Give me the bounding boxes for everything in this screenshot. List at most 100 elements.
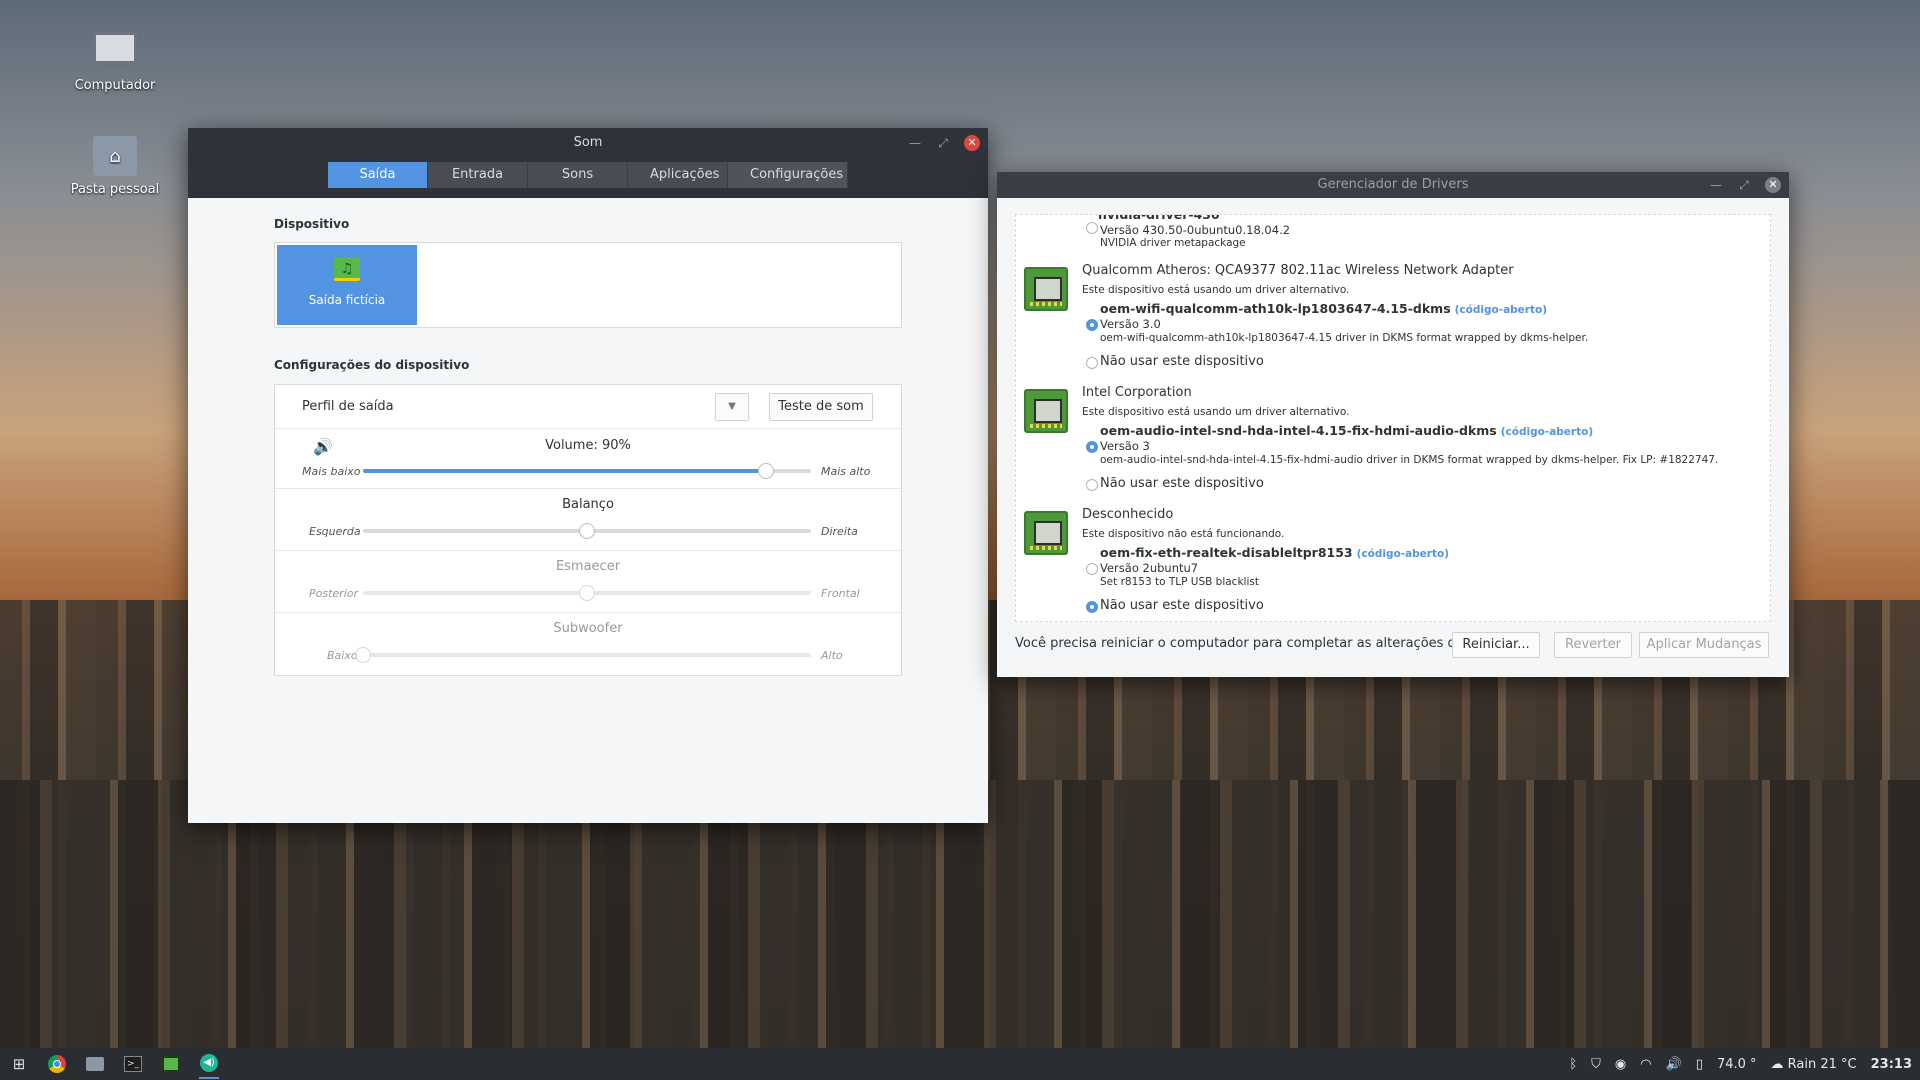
- balance-left-label: Esquerda: [309, 525, 361, 538]
- dont-use-radio[interactable]: [1086, 357, 1098, 369]
- test-sound-button[interactable]: Teste de som: [769, 393, 873, 421]
- terminal-icon[interactable]: >_: [123, 1054, 143, 1074]
- apply-changes-button[interactable]: Aplicar Mudanças: [1639, 632, 1769, 658]
- maximize-icon[interactable]: ⤢: [1737, 172, 1751, 198]
- dont-use-label: Não usar este dispositivo: [1100, 354, 1264, 369]
- desktop-icon-home[interactable]: Pasta pessoal: [55, 136, 175, 197]
- device-status: Este dispositivo não está funcionando.: [1082, 528, 1285, 540]
- chrome-icon[interactable]: [47, 1054, 67, 1074]
- files-icon[interactable]: [85, 1054, 105, 1074]
- wifi-icon[interactable]: ◠: [1640, 1057, 1651, 1072]
- maximize-icon[interactable]: ⤢: [936, 128, 950, 158]
- device-status: Este dispositivo está usando um driver a…: [1082, 406, 1350, 418]
- restart-button[interactable]: Reiniciar...: [1452, 632, 1540, 658]
- driver-radio[interactable]: [1086, 222, 1098, 234]
- device-settings-panel: Perfil de saída ▼ Teste de som 🔊 Volume:…: [274, 384, 902, 676]
- device-name: Desconhecido: [1082, 507, 1174, 522]
- bluetooth-icon[interactable]: ᛒ: [1569, 1057, 1577, 1072]
- driver-name: oem-fix-eth-realtek-disableltpr8153 (códi…: [1100, 545, 1450, 560]
- chip-icon: [1024, 267, 1068, 311]
- driver-version: Versão 3.0: [1100, 317, 1161, 331]
- output-profile-label: Perfil de saída: [302, 399, 394, 414]
- tab-settings[interactable]: Configurações: [728, 162, 848, 188]
- volume-row: 🔊 Volume: 90% Mais baixo Mais alto: [275, 429, 901, 489]
- tab-sounds[interactable]: Sons: [528, 162, 628, 188]
- desktop-icon-computer[interactable]: Computador: [55, 32, 175, 93]
- clock[interactable]: 23:13: [1871, 1057, 1912, 1072]
- driver-radio[interactable]: [1086, 441, 1098, 453]
- subwoofer-knob[interactable]: [355, 647, 371, 663]
- apps-grid-icon[interactable]: ⊞: [9, 1054, 29, 1074]
- balance-knob[interactable]: [579, 523, 595, 539]
- window-title: Som: [573, 135, 603, 150]
- weather-widget[interactable]: ☁ Rain 21 °C: [1771, 1057, 1857, 1072]
- shield-icon[interactable]: ⛉: [1591, 1057, 1601, 1072]
- device-heading: Dispositivo: [274, 217, 350, 231]
- cpu-temperature[interactable]: 74.0 °: [1717, 1057, 1757, 1072]
- driver-list[interactable]: nvidia-driver-430 Versão 430.50-0ubuntu0…: [1015, 214, 1771, 622]
- driver-desc: oem-audio-intel-snd-hda-intel-4.15-fix-h…: [1100, 454, 1719, 466]
- driver-titlebar[interactable]: Gerenciador de Drivers — ⤢ ✕: [997, 172, 1789, 198]
- chip-icon: [1024, 511, 1068, 555]
- volume-icon[interactable]: 🔊: [1666, 1057, 1682, 1072]
- sound-tabs: Saída Entrada Sons Aplicações Configuraç…: [188, 158, 988, 198]
- balance-row: Balanço Esquerda Direita: [275, 489, 901, 551]
- home-folder-icon: [93, 136, 137, 176]
- output-profile-dropdown[interactable]: ▼: [715, 393, 749, 421]
- device-settings-heading: Configurações do dispositivo: [274, 358, 470, 372]
- minimize-icon[interactable]: —: [908, 128, 922, 158]
- system-monitor-icon[interactable]: [161, 1054, 181, 1074]
- cloud-icon: ☁: [1770, 1056, 1788, 1072]
- clipboard-icon[interactable]: ▯: [1696, 1057, 1703, 1072]
- chevron-down-icon: ▼: [728, 401, 736, 412]
- driver-radio[interactable]: [1086, 319, 1098, 331]
- dont-use-radio[interactable]: [1086, 479, 1098, 491]
- tab-applications[interactable]: Aplicações: [628, 162, 728, 188]
- monitor-icon: [93, 32, 137, 72]
- desktop-icon-label: Pasta pessoal: [70, 182, 160, 197]
- volume-max-label: Mais alto: [821, 465, 871, 478]
- fade-front-label: Frontal: [821, 587, 860, 600]
- fade-knob[interactable]: [579, 585, 595, 601]
- device-name: Saída fictícia: [308, 293, 386, 307]
- sound-window: Som — ⤢ ✕ Saída Entrada Sons Aplicações …: [188, 128, 988, 823]
- tab-output[interactable]: Saída: [328, 162, 428, 188]
- subwoofer-row: Subwoofer Baixo Alto: [275, 613, 901, 675]
- volume-fill: [363, 469, 767, 473]
- device-tile[interactable]: ♫ Saída fictícia: [277, 245, 417, 325]
- device-name: Intel Corporation: [1082, 385, 1192, 400]
- nvidia-icon[interactable]: ◉: [1615, 1057, 1626, 1072]
- driver-version: Versão 430.50-0ubuntu0.18.04.2: [1100, 223, 1291, 237]
- driver-radio[interactable]: [1086, 563, 1098, 575]
- subwoofer-high-label: Alto: [821, 649, 843, 662]
- sound-titlebar[interactable]: Som — ⤢ ✕: [188, 128, 988, 158]
- output-profile-row: Perfil de saída ▼ Teste de som: [275, 385, 901, 429]
- dont-use-label: Não usar este dispositivo: [1100, 476, 1264, 491]
- dont-use-radio[interactable]: [1086, 601, 1098, 613]
- driver-desc: NVIDIA driver metapackage: [1100, 237, 1246, 249]
- driver-name: oem-audio-intel-snd-hda-intel-4.15-fix-h…: [1100, 423, 1594, 438]
- dont-use-label: Não usar este dispositivo: [1100, 598, 1264, 613]
- close-icon[interactable]: ✕: [964, 135, 980, 151]
- minimize-icon[interactable]: —: [1709, 172, 1723, 198]
- device-name: Qualcomm Atheros: QCA9377 802.11ac Wirel…: [1082, 263, 1514, 278]
- close-icon[interactable]: ✕: [1765, 177, 1781, 193]
- driver-version: Versão 3: [1100, 439, 1150, 453]
- revert-button[interactable]: Reverter: [1554, 632, 1632, 658]
- driver-name: nvidia-driver-430: [1098, 214, 1220, 222]
- driver-manager-window: Gerenciador de Drivers — ⤢ ✕ nvidia-driv…: [997, 172, 1789, 677]
- tab-input[interactable]: Entrada: [428, 162, 528, 188]
- volume-slider[interactable]: [363, 463, 811, 479]
- driver-name: oem-wifi-qualcomm-ath10k-lp1803647-4.15-…: [1100, 301, 1548, 316]
- desktop-icon-label: Computador: [74, 78, 156, 93]
- driver-desc: oem-wifi-qualcomm-ath10k-lp1803647-4.15 …: [1100, 332, 1589, 344]
- balance-label: Balanço: [562, 497, 614, 512]
- subwoofer-label: Subwoofer: [553, 621, 623, 636]
- sound-app-icon[interactable]: ◀): [199, 1049, 219, 1079]
- subwoofer-slider[interactable]: [355, 647, 811, 663]
- driver-desc: Set r8153 to TLP USB blacklist: [1100, 576, 1259, 588]
- volume-knob[interactable]: [758, 463, 775, 479]
- volume-min-label: Mais baixo: [302, 465, 361, 478]
- balance-slider[interactable]: [363, 523, 811, 539]
- fade-slider[interactable]: [363, 585, 811, 601]
